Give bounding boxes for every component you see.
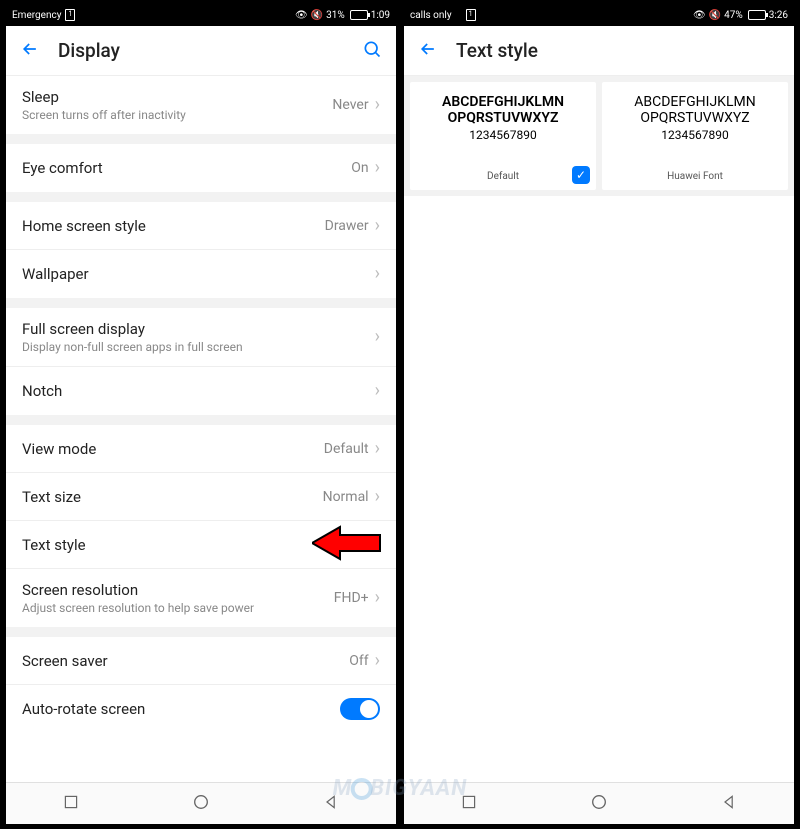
font-sample-line1: ABCDEFGHIJKLMN (634, 94, 755, 110)
settings-item-text-size[interactable]: Text size Normal › (6, 473, 396, 521)
selected-check-icon: ✓ (572, 166, 590, 184)
settings-item-screen-saver[interactable]: Screen saver Off › (6, 637, 396, 685)
chevron-right-icon: › (375, 589, 380, 607)
header: Display (6, 26, 396, 76)
item-title: Full screen display (22, 320, 243, 338)
mute-icon: 🔇 (311, 10, 323, 21)
clock-label: 1:09 (371, 10, 390, 21)
item-value: On (351, 160, 368, 176)
item-value: FHD+ (334, 590, 369, 606)
font-card-default[interactable]: ABCDEFGHIJKLMNOPQRSTUVWXYZ 1234567890 Defa… (410, 82, 596, 190)
mute-icon: 🔇 (709, 10, 721, 21)
annotation-arrow-icon (312, 525, 382, 565)
item-subtitle: Display non-full screen apps in full scr… (22, 340, 243, 354)
font-sample-numbers: 1234567890 (661, 128, 728, 142)
chevron-right-icon: › (375, 159, 380, 177)
battery-icon (350, 10, 368, 20)
item-title: Eye comfort (22, 159, 103, 177)
settings-list: Sleep Screen turns off after inactivity Ne… (6, 76, 396, 733)
item-title: Sleep (22, 88, 186, 106)
item-value: Drawer (325, 218, 369, 234)
item-title: Wallpaper (22, 265, 89, 283)
sim-icon (466, 9, 476, 21)
item-title: Text size (22, 488, 81, 506)
settings-group: View mode Default › Text size Normal › Text st… (6, 425, 396, 627)
eye-comfort-icon: 👁 (693, 10, 706, 21)
settings-item-screen-resolution[interactable]: Screen resolution Adjust screen resolutio… (6, 569, 396, 627)
nav-bar (6, 782, 396, 824)
font-name-label: Huawei Font (667, 171, 723, 182)
settings-item-full-screen-display[interactable]: Full screen display Display non-full scre… (6, 308, 396, 367)
settings-group: Eye comfort On › (6, 144, 396, 192)
page-title: Display (58, 39, 344, 62)
nav-back-icon[interactable] (721, 794, 737, 814)
back-button[interactable] (418, 39, 438, 63)
item-title: Screen saver (22, 652, 108, 670)
phone-screen-display: Emergency 👁 🔇 31% 1:09 Display Sleep Scre… (6, 4, 396, 824)
settings-item-wallpaper[interactable]: Wallpaper › (6, 250, 396, 298)
settings-item-eye-comfort[interactable]: Eye comfort On › (6, 144, 396, 192)
phone-screen-textstyle: calls only 👁 🔇 47% 3:26 Text style ABCDE… (404, 4, 794, 824)
status-bar: Emergency 👁 🔇 31% 1:09 (6, 4, 396, 26)
nav-back-icon[interactable] (323, 794, 339, 814)
settings-item-auto-rotate-screen[interactable]: Auto-rotate screen (6, 685, 396, 733)
font-sample-line2: OPQRSTUVWXYZ (640, 110, 749, 126)
item-title: Notch (22, 382, 62, 400)
chevron-right-icon: › (375, 217, 380, 235)
font-card-row: ABCDEFGHIJKLMNOPQRSTUVWXYZ1234567890Defa… (404, 76, 794, 196)
item-subtitle: Adjust screen resolution to help save po… (22, 601, 254, 615)
settings-item-notch[interactable]: Notch › (6, 367, 396, 415)
item-title: Text style (22, 536, 86, 554)
battery-label: 31% (326, 10, 345, 21)
sim-icon (65, 9, 75, 21)
settings-group: Full screen display Display non-full scre… (6, 308, 396, 415)
item-title: Auto-rotate screen (22, 700, 145, 718)
nav-home-icon[interactable] (192, 793, 210, 815)
item-value: Off (349, 653, 368, 669)
settings-item-home-screen-style[interactable]: Home screen style Drawer › (6, 202, 396, 250)
font-name-label: Default (487, 171, 519, 182)
header: Text style (404, 26, 794, 76)
settings-item-view-mode[interactable]: View mode Default › (6, 425, 396, 473)
status-bar: calls only 👁 🔇 47% 3:26 (404, 4, 794, 26)
chevron-right-icon: › (375, 488, 380, 506)
settings-item-sleep[interactable]: Sleep Screen turns off after inactivity Ne… (6, 76, 396, 134)
clock-label: 3:26 (769, 10, 788, 21)
chevron-right-icon: › (375, 440, 380, 458)
chevron-right-icon: › (375, 382, 380, 400)
item-value: Never (332, 97, 368, 113)
nav-home-icon[interactable] (590, 793, 608, 815)
item-title: Screen resolution (22, 581, 254, 599)
item-title: View mode (22, 440, 96, 458)
settings-item-text-style[interactable]: Text style (6, 521, 396, 569)
item-value: Normal (323, 489, 369, 505)
battery-label: 47% (724, 10, 743, 21)
item-value: Default (324, 441, 369, 457)
nav-recent-icon[interactable] (461, 794, 477, 814)
toggle-switch[interactable] (340, 698, 380, 720)
nav-bar (404, 782, 794, 824)
settings-group: Screen saver Off › Auto-rotate screen (6, 637, 396, 733)
search-icon[interactable] (362, 39, 382, 63)
font-sample-numbers: 1234567890 (469, 128, 536, 142)
item-title: Home screen style (22, 217, 146, 235)
back-button[interactable] (20, 39, 40, 63)
nav-recent-icon[interactable] (63, 794, 79, 814)
chevron-right-icon: › (375, 96, 380, 114)
battery-icon (748, 10, 766, 20)
page-title: Text style (456, 39, 780, 62)
chevron-right-icon: › (375, 652, 380, 670)
eye-comfort-icon: 👁 (295, 10, 308, 21)
settings-group: Sleep Screen turns off after inactivity Ne… (6, 76, 396, 134)
status-network-label: Emergency (12, 10, 61, 21)
chevron-right-icon: › (375, 328, 380, 346)
font-sample-line1: ABCDEFGHIJKLMN (442, 94, 564, 110)
chevron-right-icon: › (375, 265, 380, 283)
item-subtitle: Screen turns off after inactivity (22, 108, 186, 122)
font-card-huawei-font[interactable]: ABCDEFGHIJKLMNOPQRSTUVWXYZ 1234567890 Huaw… (602, 82, 788, 190)
settings-group: Home screen style Drawer › Wallpaper › (6, 202, 396, 298)
font-sample-line2: OPQRSTUVWXYZ (448, 110, 559, 126)
status-network-label: calls only (410, 10, 452, 21)
